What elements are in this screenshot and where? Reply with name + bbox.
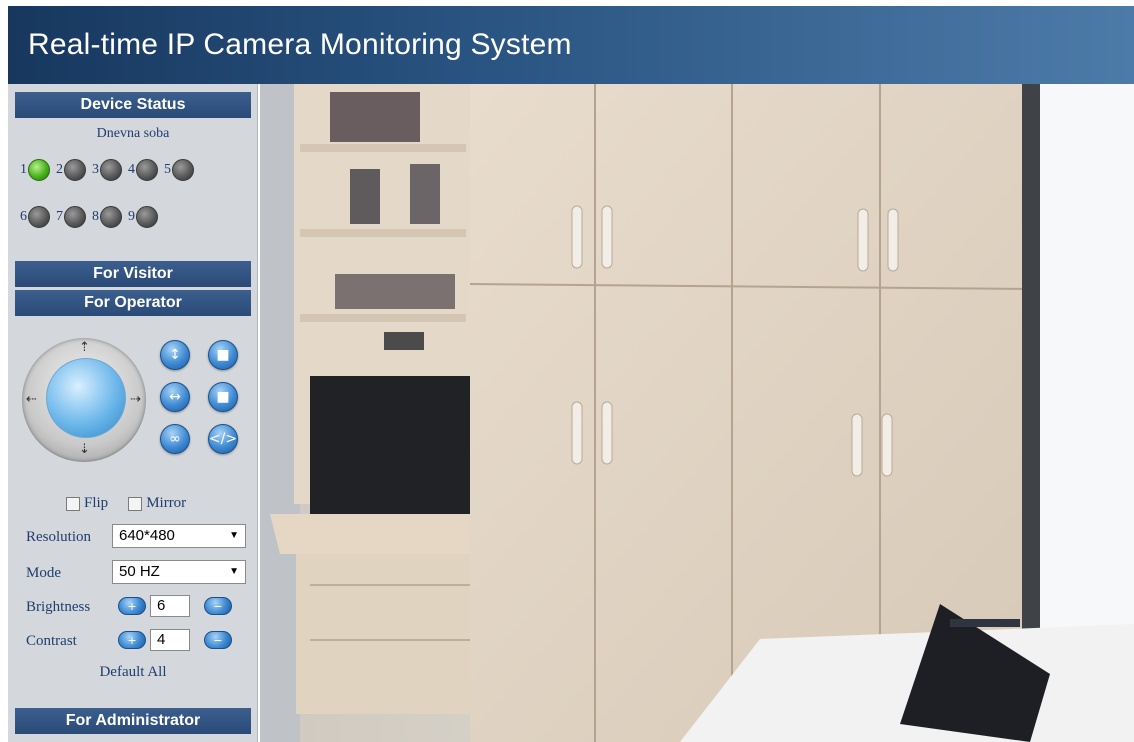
device-1-status-icon [28,159,50,181]
device-5[interactable]: 5 [164,159,194,181]
device-status-header: Device Status [15,92,251,118]
infrared-button[interactable]: ∞ [160,424,190,454]
device-name: Dnevna soba [96,126,170,141]
device-8-status-icon [100,206,122,228]
horizontal-patrol-button[interactable]: ↔ [160,382,190,412]
camera-video-feed[interactable] [260,84,1134,742]
resolution-label: Resolution [26,529,92,545]
infinity-icon: ∞ [169,431,181,447]
device-3-status-icon [100,159,122,181]
camera-frame-image [260,84,1134,742]
for-visitor-tab[interactable]: For Visitor [15,261,251,287]
device-9[interactable]: 9 [128,206,158,228]
flip-option[interactable]: Flip [66,495,108,512]
device-row-1: 1 2 3 4 5 [20,159,194,181]
pan-up-icon[interactable]: ⇡ [79,340,90,355]
resolution-select[interactable]: 640*480 ▼ [112,524,246,548]
mode-label: Mode [26,565,61,581]
vertical-arrows-icon: ↕ [169,347,181,363]
minus-icon: − [213,599,223,613]
flip-checkbox[interactable] [66,496,80,511]
device-9-status-icon [136,206,158,228]
device-7[interactable]: 7 [56,206,86,228]
brightness-decrease-button[interactable]: − [204,597,232,615]
stop-horizontal-button[interactable]: ■ [208,382,238,412]
plus-icon: + [127,633,137,647]
code-icon: </> [208,431,238,447]
minus-icon: − [213,633,223,647]
header-banner: Real-time IP Camera Monitoring System [8,6,1134,84]
device-5-status-icon [172,159,194,181]
sidebar: Device Status Dnevna soba 1 2 3 4 5 6 7 … [8,84,258,742]
contrast-increase-button[interactable]: + [118,631,146,649]
mirror-option[interactable]: Mirror [128,495,186,512]
device-2-status-icon [64,159,86,181]
device-8[interactable]: 8 [92,206,122,228]
mode-select[interactable]: 50 HZ ▼ [112,560,246,584]
pan-right-icon[interactable]: ⇢ [130,392,141,407]
mirror-checkbox[interactable] [128,496,143,511]
contrast-label: Contrast [26,633,77,649]
page-title: Real-time IP Camera Monitoring System [28,28,572,61]
horizontal-arrows-icon: ↔ [169,389,181,405]
for-administrator-tab[interactable]: For Administrator [15,708,251,734]
plus-icon: + [127,599,137,613]
device-3[interactable]: 3 [92,159,122,181]
vertical-patrol-button[interactable]: ↕ [160,340,190,370]
contrast-decrease-button[interactable]: − [204,631,232,649]
device-2[interactable]: 2 [56,159,86,181]
brightness-label: Brightness [26,599,91,615]
pan-down-icon[interactable]: ⇣ [79,442,90,457]
stop-vertical-button[interactable]: ■ [208,340,238,370]
stop-icon: ■ [216,347,230,363]
contrast-value: 4 [150,629,190,651]
for-operator-tab[interactable]: For Operator [15,290,251,316]
ptz-ball[interactable] [46,358,126,438]
brightness-increase-button[interactable]: + [118,597,146,615]
chevron-down-icon: ▼ [229,530,239,541]
device-row-2: 6 7 8 9 [20,206,158,228]
device-6-status-icon [28,206,50,228]
ptz-joystick[interactable]: ⇡ ⇣ ⇠ ⇢ [22,338,146,462]
default-all-link[interactable]: Default All [8,664,258,681]
chevron-down-icon: ▼ [229,566,239,577]
brightness-value: 6 [150,595,190,617]
flip-mirror-row: Flip Mirror [66,495,186,512]
device-6[interactable]: 6 [20,206,50,228]
io-button[interactable]: </> [208,424,238,454]
pan-left-icon[interactable]: ⇠ [26,392,37,407]
device-4-status-icon [136,159,158,181]
device-1[interactable]: 1 [20,159,50,181]
device-4[interactable]: 4 [128,159,158,181]
stop-icon: ■ [216,389,230,405]
device-7-status-icon [64,206,86,228]
